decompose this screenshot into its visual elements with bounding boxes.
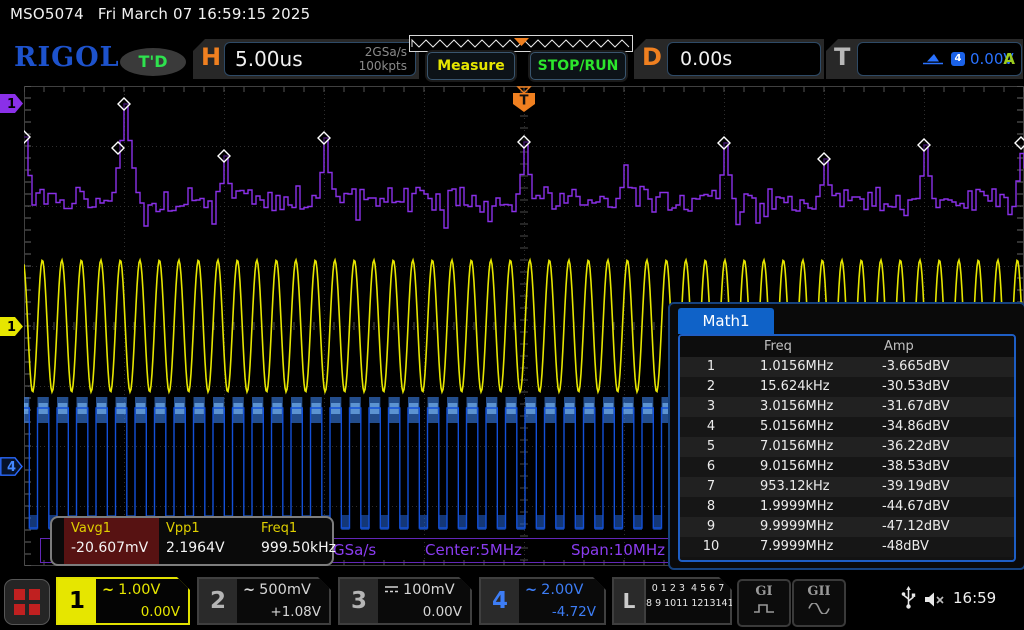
delay-value: 0.00s xyxy=(680,48,732,70)
sine-wave-icon xyxy=(807,603,831,614)
trigger-display: 4 0.00V A xyxy=(857,42,1022,76)
digital-label: L xyxy=(614,579,644,623)
channel-number: 3 xyxy=(340,579,378,623)
clock: 16:59 xyxy=(953,589,996,607)
menu-button[interactable] xyxy=(4,579,50,625)
channel-scale: 1.00V xyxy=(118,582,160,598)
horizontal-timebase-widget[interactable]: H 5.00us 2GSa/s 100kpts xyxy=(193,39,419,79)
measurement-value: 2.1964V xyxy=(166,540,225,556)
table-row: 69.0156MHz-38.53dBV xyxy=(680,457,1014,477)
channel-offset: 0.00V xyxy=(423,604,462,620)
trigger-source-badge: 4 xyxy=(951,52,965,66)
digital-channels-widget[interactable]: L 0 1 2 3 4 5 6 7 8 9 1011 12131415 xyxy=(612,577,732,625)
digital-row-low: 0 1 2 3 4 5 6 7 xyxy=(646,584,730,594)
channel-number: 1 xyxy=(58,579,96,623)
peak-table-rows: 11.0156MHz-3.665dBV215.624kHz-30.53dBV33… xyxy=(680,357,1014,557)
measurement-vpp1[interactable]: Vpp1 2.1964V xyxy=(159,518,254,564)
t-label: T xyxy=(834,43,850,71)
ch4-position-tag[interactable]: 4 xyxy=(0,457,23,476)
trigger-status-badge: T'D xyxy=(120,48,186,76)
measure-button[interactable]: Measure xyxy=(427,52,515,80)
sample-rate: 2GSa/s xyxy=(359,45,407,59)
fft-span: Span:10MHz xyxy=(511,541,665,559)
channel-scale: 2.00V xyxy=(541,582,583,598)
square-wave-icon xyxy=(752,603,776,614)
peak-table-header: Freq Amp xyxy=(680,336,1014,357)
measurement-panel[interactable]: Vavg1 -20.607mV Vpp1 2.1964V Freq1 999.5… xyxy=(50,516,334,566)
delay-display: 0.00s xyxy=(667,42,821,76)
math1-tab[interactable]: Math1 xyxy=(678,308,774,334)
table-row: 215.624kHz-30.53dBV xyxy=(680,377,1014,397)
ac-coupling-icon: ~ xyxy=(243,582,255,598)
fft-center-freq: Center:5MHz xyxy=(425,541,522,559)
datetime: Fri March 07 16:59:15 2025 xyxy=(98,5,311,23)
trigger-widget[interactable]: T 4 0.00V A xyxy=(826,39,1023,79)
menu-grid-icon xyxy=(14,589,25,600)
math1-position-tag[interactable]: 1 xyxy=(0,94,23,113)
digital-row-high: 8 9 1011 12131415 xyxy=(646,599,730,609)
h-label: H xyxy=(201,43,221,71)
channel-2-widget[interactable]: 2 ~500mV +1.08V xyxy=(197,577,331,625)
channel-offset: +1.08V xyxy=(270,604,321,620)
measurement-label: Vpp1 xyxy=(166,521,200,536)
table-row: 107.9999MHz-48dBV xyxy=(680,537,1014,557)
trigger-acq-mode: A xyxy=(1003,50,1015,68)
channel-1-widget[interactable]: 1 ~1.00V 0.00V xyxy=(56,577,190,625)
generator-label: GI xyxy=(739,584,789,599)
generator-1-button[interactable]: GI xyxy=(737,579,791,627)
table-row: 33.0156MHz-31.67dBV xyxy=(680,397,1014,417)
svg-text:T: T xyxy=(520,94,529,109)
measurement-value: -20.607mV xyxy=(71,540,148,556)
peak-table-box: Freq Amp 11.0156MHz-3.665dBV215.624kHz-3… xyxy=(678,334,1016,562)
measurement-value: 999.50kHz xyxy=(261,540,336,556)
svg-text:4: 4 xyxy=(7,460,16,475)
ac-coupling-icon: ~ xyxy=(102,582,114,598)
channel-number: 2 xyxy=(199,579,237,623)
measurement-vavg1[interactable]: Vavg1 -20.607mV xyxy=(64,518,159,564)
usb-icon xyxy=(901,586,916,610)
generator-2-button[interactable]: GII xyxy=(792,579,846,627)
table-row: 7953.12kHz-39.19dBV xyxy=(680,477,1014,497)
titlebar: MSO5074 Fri March 07 16:59:15 2025 xyxy=(10,5,324,23)
table-row: 11.0156MHz-3.665dBV xyxy=(680,357,1014,377)
model-name: MSO5074 xyxy=(10,5,84,23)
measurement-freq1[interactable]: Freq1 999.50kHz xyxy=(254,518,349,564)
speaker-muted-icon[interactable] xyxy=(924,591,946,608)
stop-run-button[interactable]: STOP/RUN xyxy=(530,52,626,80)
channel-number: 4 xyxy=(481,579,519,623)
trigger-slope-icon xyxy=(922,51,944,66)
ac-coupling-icon: ~ xyxy=(525,582,537,598)
col-freq: Freq xyxy=(742,336,868,357)
timebase-value: 5.00us xyxy=(235,47,303,71)
measurement-label: Freq1 xyxy=(261,521,297,536)
dc-coupling-icon xyxy=(384,582,399,598)
channel-offset: 0.00V xyxy=(141,604,180,620)
svg-text:1: 1 xyxy=(7,320,16,335)
table-row: 45.0156MHz-34.86dBV xyxy=(680,417,1014,437)
delay-widget[interactable]: D 0.00s xyxy=(634,39,824,79)
table-row: 99.9999MHz-47.12dBV xyxy=(680,517,1014,537)
table-row: 57.0156MHz-36.22dBV xyxy=(680,437,1014,457)
waveform-preview-strip[interactable] xyxy=(409,35,633,52)
channel-4-widget[interactable]: 4 ~2.00V -4.72V xyxy=(479,577,606,625)
channel-offset: -4.72V xyxy=(552,604,596,620)
svg-text:1: 1 xyxy=(7,97,16,112)
memory-depth: 100kpts xyxy=(359,59,407,73)
math1-peak-table[interactable]: Math1 Freq Amp 11.0156MHz-3.665dBV215.62… xyxy=(668,302,1024,570)
timebase-display: 5.00us 2GSa/s 100kpts xyxy=(224,42,416,76)
rigol-logo: RIGOL xyxy=(14,42,120,73)
measurement-label: Vavg1 xyxy=(71,521,111,536)
acquisition-rates: 2GSa/s 100kpts xyxy=(359,45,407,74)
col-amp: Amp xyxy=(868,336,1014,357)
table-row: 81.9999MHz-44.67dBV xyxy=(680,497,1014,517)
d-label: D xyxy=(642,43,662,71)
channel-scale: 500mV xyxy=(259,582,311,598)
generator-label: GII xyxy=(794,584,844,599)
channel-scale: 100mV xyxy=(403,582,455,598)
channel-3-widget[interactable]: 3 100mV 0.00V xyxy=(338,577,472,625)
ch1-position-tag[interactable]: 1 xyxy=(0,317,23,336)
